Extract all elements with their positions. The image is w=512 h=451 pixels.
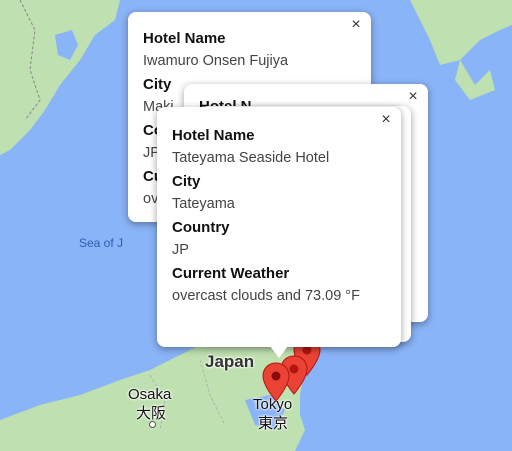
country-label: Country (172, 219, 230, 236)
close-icon[interactable]: × (377, 111, 395, 129)
city-dot-osaka (149, 421, 156, 428)
info-window-front: × Hotel Name Tateyama Seaside Hotel City… (157, 107, 401, 347)
close-icon[interactable]: × (347, 16, 365, 34)
city-label-osaka-jp: 大阪 (136, 405, 167, 422)
hotel-name-value: Iwamuro Onsen Fujiya (143, 53, 289, 69)
city-label-tokyo-jp: 東京 (258, 415, 289, 432)
country-label-japan: Japan (205, 352, 255, 371)
close-icon[interactable]: × (404, 88, 422, 106)
hotel-name-label: Hotel Name (172, 127, 255, 144)
weather-label: Current Weather (172, 265, 290, 282)
city-label: City (172, 173, 201, 190)
country-value: JP (172, 242, 189, 258)
hotel-name-label: Hotel Name (143, 30, 226, 47)
city-label-osaka: Osaka (128, 386, 172, 403)
info-window-tail (270, 346, 288, 358)
city-value: Tateyama (172, 196, 235, 212)
sea-label: Sea of J (79, 236, 124, 250)
hotel-name-value: Tateyama Seaside Hotel (172, 150, 330, 166)
weather-value: overcast clouds and 73.09 °F (172, 288, 360, 304)
map-marker[interactable] (262, 362, 290, 402)
